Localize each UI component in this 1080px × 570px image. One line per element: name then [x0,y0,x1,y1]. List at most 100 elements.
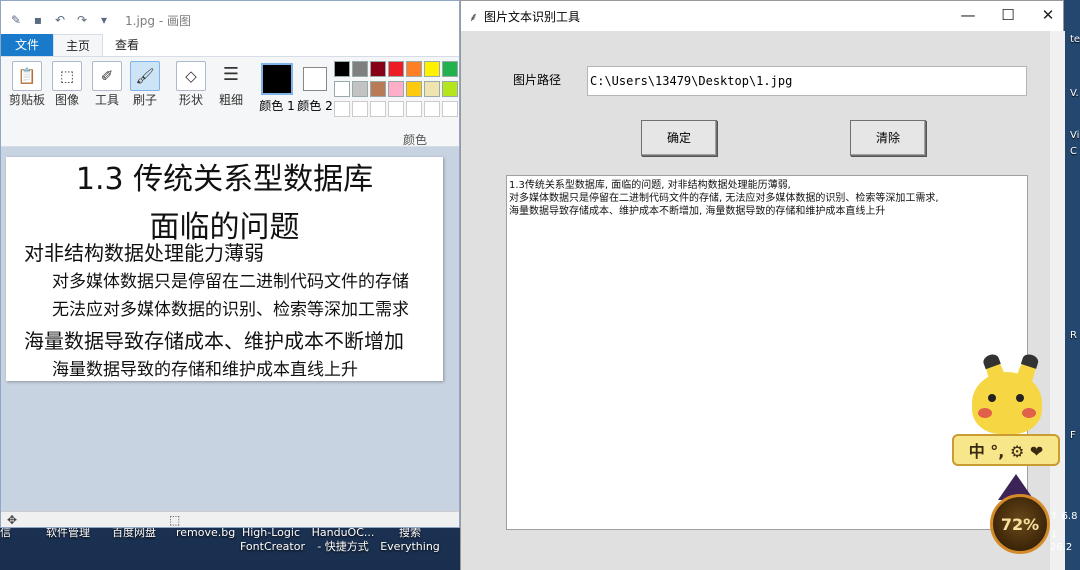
paint-app-icon: ✎ [10,13,22,27]
clear-button[interactable]: 清除 [850,120,926,156]
shapes-label: 形状 [178,93,203,107]
palette-swatch[interactable] [352,61,368,77]
palette-swatch[interactable] [334,61,350,77]
palette-swatch[interactable] [406,81,422,97]
brush-button[interactable]: 🖌 刷子 [127,61,163,141]
palette-swatch[interactable] [424,81,440,97]
desktop-icon-label[interactable]: F [1070,430,1076,441]
clipboard-label: 剪贴板 [9,93,46,107]
palette-swatch[interactable] [352,81,368,97]
canvas-area: 1.3 传统关系型数据库 面临的问题 对非结构数据处理能力薄弱 对多媒体数据只是… [1,151,459,511]
desktop-icon-label[interactable]: te [1070,34,1080,45]
color1-label: 颜色 1 [259,99,295,113]
palette-swatch[interactable] [370,61,386,77]
result-line: 对多媒体数据只是停留在二进制代码文件的存储, 无法应对多媒体数据的识别、检索等深… [509,193,939,204]
pikachu-widget[interactable]: 中 °, ⚙ ❤ [952,352,1060,478]
paint-window-title: 1.jpg - 画图 [125,13,191,28]
color-palette [334,61,459,121]
shapes-icon: ◇ [176,61,206,91]
move-cursor-icon: ✥ [7,513,18,527]
palette-empty-swatch[interactable] [388,101,404,117]
palette-empty-swatch[interactable] [424,101,440,117]
ocr-tool-window: ⸙ 图片文本识别工具 — ☐ ✕ 图片路径 C:\Users\13479\Des… [460,0,1065,570]
desktop-icon-label[interactable]: 信 [0,526,11,540]
close-icon[interactable]: ✕ [1025,1,1071,31]
desktop-icon-label[interactable]: 百度网盘 [112,526,156,540]
palette-empty-swatch[interactable] [442,101,458,117]
redo-icon[interactable]: ↷ [75,13,89,27]
palette-empty-swatch[interactable] [334,101,350,117]
image-button[interactable]: ⬚ 图像 [49,61,85,141]
paint-statusbar: ✥ ⬚ [1,511,459,527]
palette-swatch[interactable] [370,81,386,97]
tab-view[interactable]: 查看 [103,34,151,56]
image-path-input[interactable]: C:\Users\13479\Desktop\1.jpg [587,66,1027,96]
tools-icon: ✐ [92,61,122,91]
selection-size-icon: ⬚ [169,513,181,527]
brush-label: 刷子 [132,93,157,107]
paint-canvas[interactable]: 1.3 传统关系型数据库 面临的问题 对非结构数据处理能力薄弱 对多媒体数据只是… [6,157,443,381]
color1-swatch[interactable] [261,63,293,95]
clipboard-icon: 📋 [12,61,42,91]
color2-label: 颜色 2 [297,99,333,113]
palette-swatch[interactable] [406,61,422,77]
ocr-titlebar: ⸙ 图片文本识别工具 — ☐ ✕ [461,1,1063,31]
paint-window: ✎ ▪ ↶ ↷ ▾ 1.jpg - 画图 文件 主页 查看 📋 剪贴板 ⬚ 图像… [0,0,460,528]
palette-swatch[interactable] [442,81,458,97]
desktop-icon-labels: 信 软件管理 百度网盘 remove.bg High-Logic FontCre… [0,522,460,570]
feather-icon: ⸙ [469,9,479,24]
shapes-button[interactable]: ◇ 形状 [173,61,209,141]
ime-toolbar[interactable]: 中 °, ⚙ ❤ [952,434,1060,466]
ribbon-tabs: 文件 主页 查看 [1,34,459,57]
image-label: 图像 [54,93,79,107]
tools-button[interactable]: ✐ 工具 [89,61,125,141]
desktop-icon-label[interactable]: remove.bg [176,526,235,540]
desktop-icon-label[interactable]: V. [1070,88,1079,99]
desktop-icon-label[interactable]: HanduOC... - 快捷方式 [308,526,378,554]
desktop-icon-label[interactable]: 搜索 Everything [380,526,440,554]
canvas-title-line: 1.3 传统关系型数据库 [75,162,374,197]
palette-empty-swatch[interactable] [370,101,386,117]
desktop-icon-label[interactable]: High-Logic FontCreator [240,526,305,554]
brush-icon: 🖌 [130,61,160,91]
canvas-text-line: 对多媒体数据只是停留在二进制代码文件的存储 [52,272,409,292]
result-line: 海量数据导致存储成本、维护成本不断增加, 海量数据导致的存储和维护成本直线上升 [509,206,886,217]
ime-toolbar-text: 中 °, ⚙ ❤ [968,442,1044,461]
desktop-icon-label[interactable]: R [1070,330,1077,341]
palette-swatch[interactable] [442,61,458,77]
save-icon[interactable]: ▪ [31,13,45,27]
colors-group-label: 颜色 [403,133,428,147]
clipboard-button[interactable]: 📋 剪贴板 [9,61,45,141]
ocr-window-title: 图片文本识别工具 [484,9,581,24]
tab-file[interactable]: 文件 [1,34,54,56]
download-speed: ↓ 26.2 [1050,530,1073,553]
memory-gauge[interactable]: 72% [990,494,1050,554]
canvas-text-line: 无法应对多媒体数据的识别、检索等深加工需求 [52,300,409,320]
pikachu-body [972,372,1042,434]
confirm-button[interactable]: 确定 [641,120,717,156]
color2-swatch[interactable] [303,67,327,91]
ribbon: 📋 剪贴板 ⬚ 图像 ✐ 工具 🖌 刷子 ◇ 形状 ☰ 粗细 颜色 1 颜色 2… [1,57,459,147]
desktop-icon-label[interactable]: C [1070,146,1077,157]
desktop-icon-label[interactable]: 软件管理 [46,526,90,540]
undo-icon[interactable]: ↶ [53,13,67,27]
image-path-label: 图片路径 [513,73,562,87]
palette-swatch[interactable] [334,81,350,97]
palette-empty-swatch[interactable] [352,101,368,117]
desktop-icon-label[interactable]: Vi [1070,130,1079,141]
result-textarea[interactable]: 1.3传统关系型数据库, 面临的问题, 对非结构数据处理能历薄弱, 对多媒体数据… [506,175,1028,530]
upload-speed: ↑ 6.8 [1050,511,1078,522]
upload-speed-value: 6.8 [1061,511,1078,522]
result-line: 1.3传统关系型数据库, 面临的问题, 对非结构数据处理能历薄弱, [509,180,791,191]
palette-swatch[interactable] [424,61,440,77]
vertical-scrollbar[interactable] [1049,31,1065,570]
palette-swatch[interactable] [388,61,404,77]
canvas-text-line: 海量数据导致存储成本、维护成本不断增加 [24,329,404,353]
size-button[interactable]: ☰ 粗细 [213,61,249,141]
canvas-text-line: 对非结构数据处理能力薄弱 [24,241,264,265]
quick-access-dropdown-icon[interactable]: ▾ [97,13,111,27]
palette-empty-swatch[interactable] [406,101,422,117]
tab-home[interactable]: 主页 [53,34,104,56]
palette-swatch[interactable] [388,81,404,97]
tools-label: 工具 [94,93,119,107]
